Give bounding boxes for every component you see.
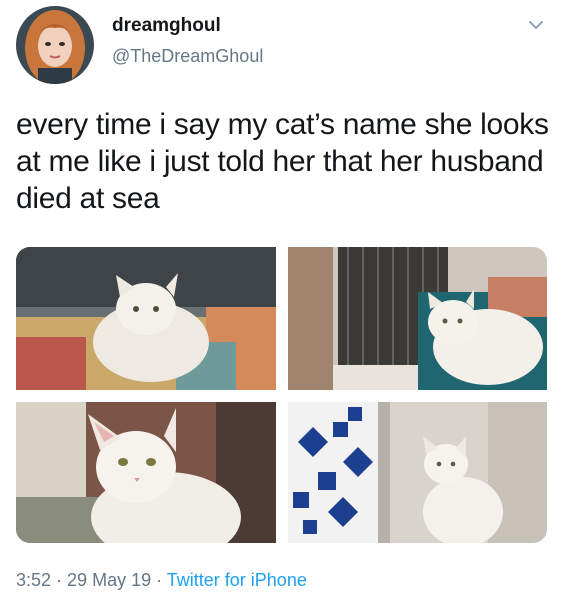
media-photo-1[interactable] (16, 247, 276, 390)
avatar-image (16, 6, 94, 84)
tweet-date[interactable]: 29 May 19 (67, 570, 151, 590)
chevron-down-icon[interactable] (525, 14, 547, 36)
meta-separator: · (151, 570, 167, 590)
display-name[interactable]: dreamghoul (112, 14, 263, 38)
media-photo-3[interactable] (16, 402, 276, 543)
meta-separator: · (51, 570, 68, 590)
avatar[interactable] (16, 6, 94, 84)
tweet-header: dreamghoul @TheDreamGhoul (16, 6, 547, 84)
user-names[interactable]: dreamghoul @TheDreamGhoul (112, 14, 263, 68)
tweet-meta: 3:52 · 29 May 19 · Twitter for iPhone (16, 568, 307, 592)
media-photo-4[interactable] (288, 402, 547, 543)
tweet-time[interactable]: 3:52 (16, 570, 51, 590)
tweet-text: every time i say my cat’s name she looks… (16, 108, 549, 215)
media-photo-2[interactable] (288, 247, 547, 390)
tweet-media-grid[interactable] (16, 247, 547, 543)
tweet-source-link[interactable]: Twitter for iPhone (167, 570, 307, 590)
user-handle[interactable]: @TheDreamGhoul (112, 44, 263, 68)
